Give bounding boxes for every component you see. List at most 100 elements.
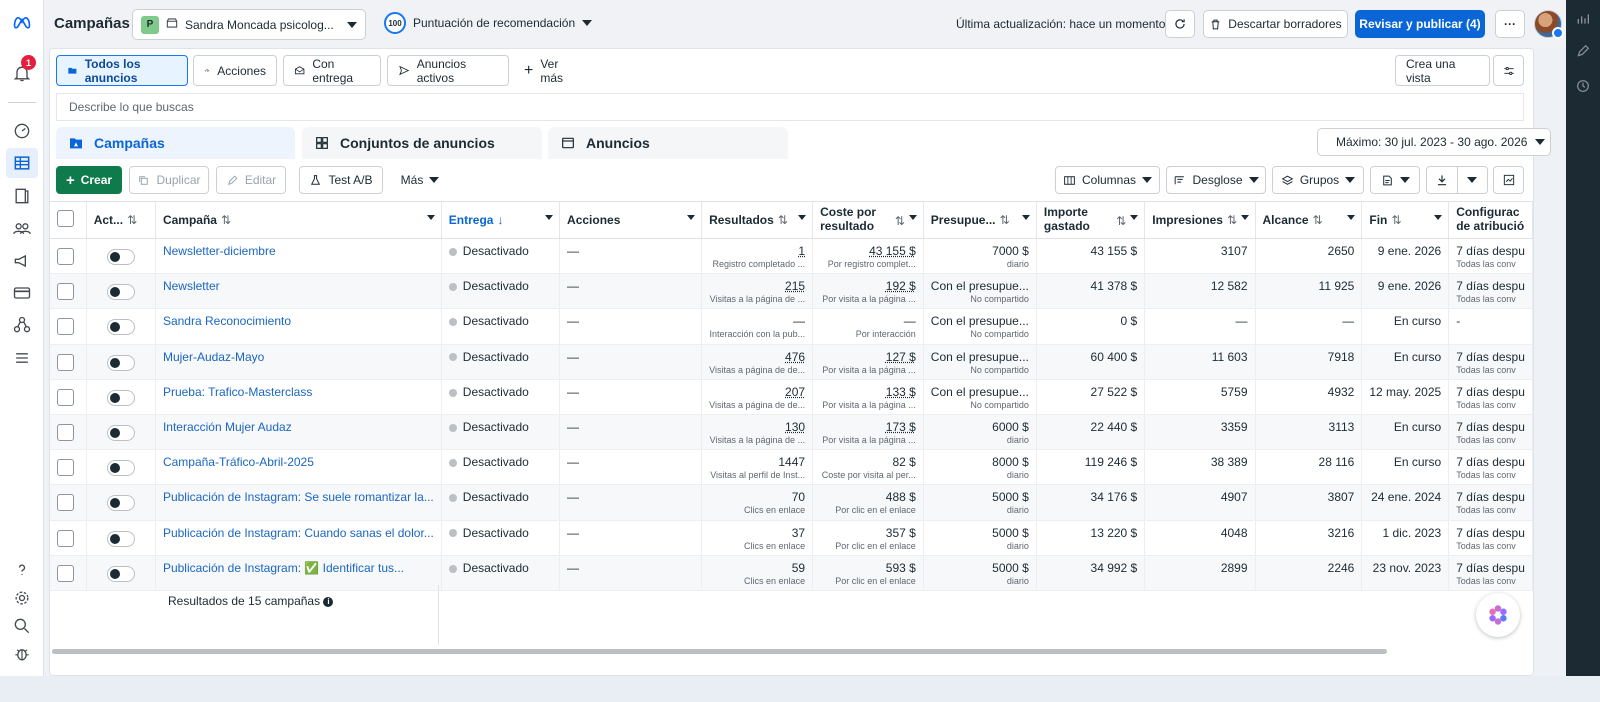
date-range-picker[interactable]: Máximo: 30 jul. 2023 - 30 ago. 2026 — [1317, 128, 1551, 156]
more-options-button[interactable]: ··· — [1495, 10, 1525, 38]
view-tab-active-ads[interactable]: Anuncios activos — [387, 55, 509, 86]
export-split-button[interactable] — [1426, 166, 1488, 194]
history-clock-icon[interactable] — [1574, 77, 1592, 95]
user-avatar[interactable] — [1534, 10, 1564, 39]
ab-test-button[interactable]: Test A/B — [299, 166, 383, 194]
select-all-checkbox[interactable] — [57, 210, 74, 227]
row-checkbox[interactable] — [57, 459, 74, 477]
dashboard-gauge-icon[interactable] — [11, 120, 33, 142]
row-checkbox[interactable] — [57, 423, 74, 441]
columns-dropdown[interactable]: Columnas — [1055, 166, 1160, 194]
campaign-name-link[interactable]: Mujer-Audaz-Mayo — [163, 345, 434, 364]
row-checkbox[interactable] — [57, 494, 74, 512]
chevron-down-icon[interactable] — [1347, 215, 1356, 220]
horizontal-scrollbar[interactable] — [52, 649, 1387, 654]
campaign-on-off-toggle[interactable] — [106, 530, 135, 547]
ad-account-selector[interactable]: P Sandra Moncada psicolog... — [132, 9, 366, 40]
search-input[interactable] — [69, 100, 1511, 114]
billing-card-icon[interactable] — [11, 282, 33, 304]
column-header-campaign[interactable]: Campaña ⇅ — [155, 201, 442, 239]
ads-megaphone-icon[interactable] — [11, 250, 33, 272]
more-dropdown[interactable]: Más — [390, 166, 450, 194]
campaign-name-link[interactable]: Publicación de Instagram: ✅ Identificar … — [163, 556, 434, 575]
table-row[interactable]: Prueba: Trafico-Masterclass Desactivado — 2… — [50, 379, 1533, 415]
info-icon[interactable]: i — [323, 596, 334, 607]
audiences-people-icon[interactable] — [11, 217, 33, 239]
tab-campaigns[interactable]: Campañas — [56, 127, 295, 159]
meta-logo-icon[interactable] — [11, 11, 33, 33]
create-button[interactable]: + Crear — [56, 166, 122, 194]
column-header-actions[interactable]: Acciones — [559, 201, 703, 239]
create-view-button[interactable]: Crea una vista — [1395, 55, 1490, 86]
campaign-name-link[interactable]: Sandra Reconocimiento — [163, 309, 434, 328]
campaign-name-link[interactable]: Interacción Mujer Audaz — [163, 415, 434, 434]
column-header-attribution[interactable]: Configurac de atribució — [1448, 201, 1533, 239]
campaign-name-link[interactable]: Publicación de Instagram: Se suele roman… — [163, 485, 434, 504]
tab-ads[interactable]: Anuncios — [548, 127, 788, 159]
table-row[interactable]: Sandra Reconocimiento Desactivado — — Intera… — [50, 308, 1533, 345]
campaign-on-off-toggle[interactable] — [106, 424, 135, 441]
edit-button[interactable]: Editar — [216, 166, 286, 194]
row-checkbox[interactable] — [57, 283, 74, 301]
column-header-cost-per-result[interactable]: Coste por resultado ⇅ — [812, 201, 924, 239]
column-header-active[interactable]: Act... ⇅ — [86, 201, 156, 239]
chevron-down-icon[interactable] — [426, 215, 435, 220]
column-header-budget[interactable]: Presupue... ⇅ — [923, 201, 1037, 239]
review-publish-button[interactable]: Revisar y publicar (4) — [1355, 10, 1485, 38]
opportunity-score[interactable]: 100 Puntuación de recomendación — [384, 12, 593, 34]
discard-drafts-button[interactable]: Descartar borradores — [1203, 10, 1348, 38]
help-question-icon[interactable] — [11, 559, 33, 581]
charts-icon[interactable] — [1574, 10, 1592, 28]
table-row[interactable]: Publicación de Instagram: Cuando sanas e… — [50, 520, 1533, 556]
all-tools-menu-icon[interactable] — [11, 347, 33, 369]
column-header-results[interactable]: Resultados ⇅ — [701, 201, 814, 239]
chevron-down-icon[interactable] — [687, 215, 696, 220]
search-field[interactable] — [56, 93, 1524, 121]
edit-pencil-icon[interactable] — [1574, 42, 1592, 60]
settings-gear-icon[interactable] — [11, 587, 33, 609]
campaign-name-link[interactable]: Publicación de Instagram: Cuando sanas e… — [163, 521, 434, 540]
table-row[interactable]: Publicación de Instagram: ✅ Identificar … — [50, 555, 1533, 591]
table-row[interactable]: Campaña-Tráfico-Abril-2025 Desactivado — 14… — [50, 449, 1533, 486]
row-checkbox[interactable] — [57, 529, 74, 547]
view-settings-button[interactable] — [1493, 55, 1524, 86]
chevron-down-icon[interactable] — [1021, 215, 1030, 220]
groups-dropdown[interactable]: Grupos — [1272, 166, 1364, 194]
notifications-bell-icon[interactable]: 1 — [11, 55, 36, 84]
campaign-on-off-toggle[interactable] — [106, 460, 135, 477]
charts-button[interactable] — [1493, 166, 1524, 194]
campaigns-table-icon[interactable] — [6, 148, 38, 178]
chevron-down-icon[interactable] — [545, 215, 554, 220]
table-row[interactable]: Publicación de Instagram: Se suele roman… — [50, 484, 1533, 521]
chevron-down-icon[interactable] — [908, 215, 917, 220]
campaign-name-link[interactable]: Newsletter — [163, 274, 434, 293]
tab-ad-sets[interactable]: Conjuntos de anuncios — [302, 127, 542, 159]
campaign-on-off-toggle[interactable] — [106, 495, 135, 512]
row-checkbox[interactable] — [57, 353, 74, 371]
column-header-impressions[interactable]: Impresiones ⇅ — [1144, 201, 1256, 239]
reports-dropdown[interactable] — [1370, 166, 1420, 194]
table-row[interactable]: Interacción Mujer Audaz Desactivado — 130 Vi… — [50, 414, 1533, 451]
chevron-down-icon[interactable] — [1434, 215, 1443, 220]
campaign-on-off-toggle[interactable] — [106, 565, 135, 582]
duplicate-button[interactable]: Duplicar — [129, 166, 209, 194]
ai-assistant-button[interactable] — [1476, 593, 1520, 637]
view-tab-with-delivery[interactable]: Con entrega — [283, 55, 381, 86]
search-icon[interactable] — [11, 615, 33, 637]
campaign-on-off-toggle[interactable] — [106, 354, 135, 371]
refresh-button[interactable] — [1165, 10, 1195, 38]
view-tab-actions[interactable]: Acciones — [193, 55, 277, 86]
row-checkbox[interactable] — [57, 318, 74, 336]
catalog-book-icon[interactable] — [11, 185, 33, 207]
campaign-on-off-toggle[interactable] — [106, 319, 135, 336]
column-header-amount-spent[interactable]: Importe gastado ⇅ — [1036, 201, 1146, 239]
column-header-reach[interactable]: Alcance ⇅ — [1255, 201, 1363, 239]
campaign-on-off-toggle[interactable] — [106, 284, 135, 301]
download-icon[interactable] — [1427, 173, 1457, 187]
campaign-name-link[interactable]: Prueba: Trafico-Masterclass — [163, 380, 434, 399]
chevron-down-icon[interactable] — [1240, 215, 1249, 220]
campaign-on-off-toggle[interactable] — [106, 389, 135, 406]
column-header-delivery[interactable]: Entrega ↓ — [441, 201, 561, 239]
campaign-name-link[interactable]: Campaña-Tráfico-Abril-2025 — [163, 450, 434, 469]
campaign-on-off-toggle[interactable] — [106, 249, 135, 265]
